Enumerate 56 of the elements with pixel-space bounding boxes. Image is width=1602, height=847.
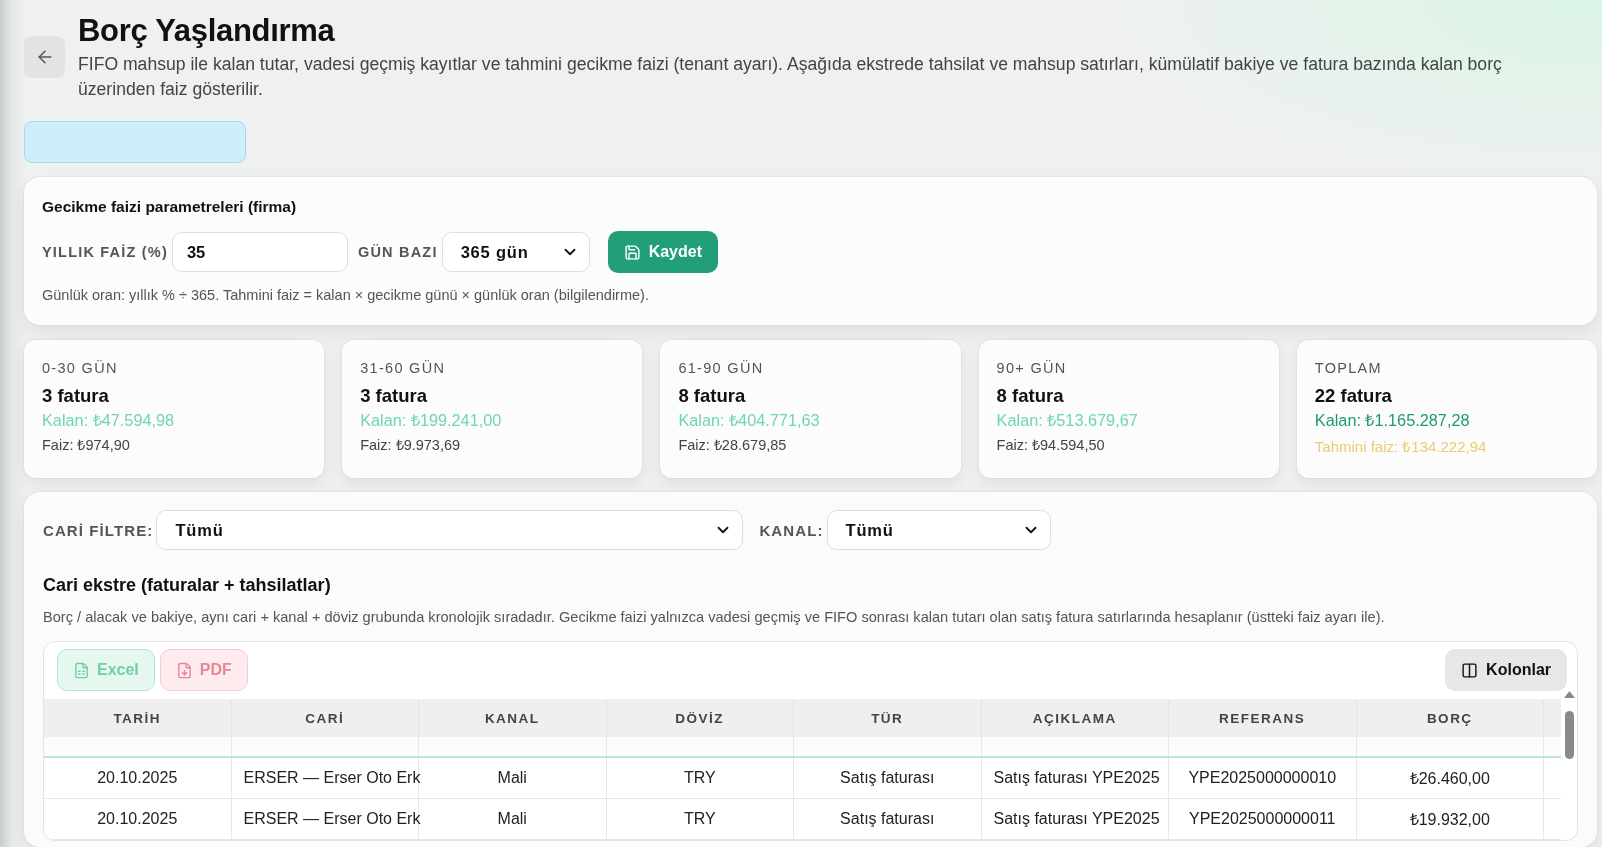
- annual-rate-label: YILLIK FAİZ (%): [42, 244, 168, 260]
- interest-amount: Tahmini faiz: ₺134.222,94: [1314, 438, 1487, 456]
- table-cell: Satış faturası YPE2025: [981, 799, 1169, 839]
- interest-amount: Faiz: ₺94.594,50: [996, 436, 1105, 454]
- interest-amount: Faiz: ₺9.973,69: [360, 436, 461, 454]
- table-cell: ₺19.932,00: [1356, 799, 1544, 839]
- filter-select[interactable]: Tümü: [156, 510, 744, 550]
- day-basis-select[interactable]: 365 gün: [441, 232, 590, 272]
- rate-note: Günlük oran: yıllık % ÷ 365. Tahmini faiz = kalan × gecikme günü × günlük oran (bilgilendirme).: [42, 286, 650, 304]
- table-cell: YPE2025000000010: [1169, 758, 1357, 798]
- filter-label: KANAL:: [759, 521, 824, 539]
- interest-amount: Faiz: ₺28.679,85: [678, 436, 787, 454]
- invoice-count: 3 fatura: [360, 385, 427, 407]
- aging-label: 90+ GÜN: [996, 359, 1067, 377]
- file-download-icon: [175, 661, 193, 679]
- page-title: Borç Yaşlandırma: [78, 12, 336, 50]
- remaining-amount: Kalan: ₺47.594,98: [42, 410, 175, 430]
- invoice-count: 8 fatura: [678, 385, 746, 407]
- columns-button[interactable]: Kolonlar: [1445, 649, 1567, 691]
- table-cell: ERSER — Erser Oto Erk: [231, 758, 419, 798]
- table-cell: Satış faturası YPE2025: [981, 758, 1169, 798]
- remaining-amount: Kalan: ₺513.679,67: [996, 410, 1138, 430]
- save-icon: [623, 243, 641, 261]
- aging-label: TOPLAM: [1314, 359, 1382, 377]
- annual-rate-input[interactable]: 35: [171, 232, 348, 272]
- statement-title: Cari ekstre (faturalar + tahsilatlar): [43, 574, 332, 597]
- table-cell: YPE2025000000011: [1169, 799, 1357, 839]
- table-cell: TRY: [606, 799, 794, 839]
- day-basis-label: GÜN BAZI: [357, 244, 438, 260]
- remaining-amount: Kalan: ₺404.771,63: [678, 410, 820, 430]
- aging-label: 0-30 GÜN: [42, 359, 118, 377]
- invoice-count: 3 fatura: [42, 385, 109, 407]
- aging-label: 31-60 GÜN: [360, 359, 446, 377]
- statement-description: Borç / alacak ve bakiye, aynı cari + kanal + döviz grubunda kronolojik sıradadır. Gecikme faizi yalnızca vadesi geçmiş ve FIFO sonrası kalan tutarı olan satış fatura satırlarında hesaplanır (üstteki faiz ayarı ile).: [43, 608, 1386, 626]
- table-cell: 20.10.2025: [44, 758, 232, 798]
- table-cell: ERSER — Erser Oto Erk: [231, 799, 419, 839]
- remaining-amount: Kalan: ₺199.241,00: [360, 410, 502, 430]
- back-button[interactable]: [24, 36, 65, 78]
- columns-icon: [1461, 661, 1479, 679]
- table-cell: Satış faturası: [794, 799, 982, 839]
- page-description: FIFO mahsup ile kalan tutar, vadesi geçmiş kayıtlar ve tahmini gecikme faizi (tenant ayarı). Aşağıda ekstrede tahsilat ve mahsup satırları, kümülatif bakiye ve fatura bazında kalan borç üzerinden faiz gösterilir.: [78, 53, 1503, 101]
- invoice-count: 22 fatura: [1314, 385, 1392, 407]
- table-cell: Satış faturası: [794, 758, 982, 798]
- remaining-amount: Kalan: ₺1.165.287,28: [1314, 410, 1470, 430]
- interest-amount: Faiz: ₺974,90: [42, 436, 130, 454]
- table-cell: Mali: [419, 758, 607, 798]
- settings-title: Gecikme faizi parametreleri (firma): [42, 197, 298, 217]
- spreadsheet-icon: [73, 661, 90, 679]
- aging-label: 61-90 GÜN: [678, 359, 764, 377]
- table-cell: 20.10.2025: [44, 799, 232, 839]
- filter-label: CARİ FİLTRE:: [43, 521, 154, 539]
- table-cell: ₺26.460,00: [1356, 758, 1544, 798]
- filter-select[interactable]: Tümü: [826, 510, 1051, 550]
- invoice-count: 8 fatura: [996, 385, 1064, 407]
- table-cell: TRY: [606, 758, 794, 798]
- table-cell: Mali: [419, 799, 607, 839]
